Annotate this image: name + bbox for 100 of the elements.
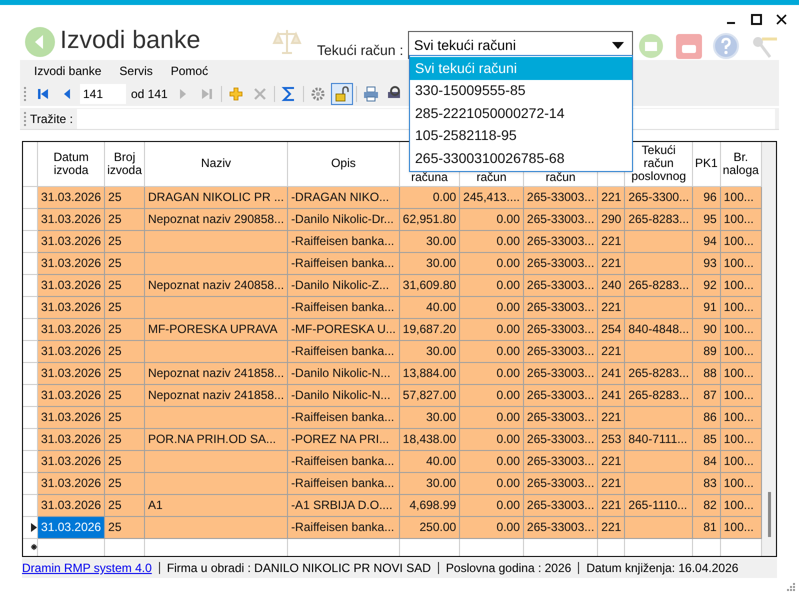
table-cell: 0.00 [460,450,524,472]
table-cell: 0.00 [460,472,524,494]
table-cell: 25 [104,406,144,428]
table-cell: -Danilo Nikolic-N... [288,362,400,384]
table-cell: 30.00 [399,230,460,252]
table-cell: 265-33003... [523,428,598,450]
table-cell: 18,438.00 [399,428,460,450]
table-cell: 96 [692,186,720,208]
table-cell: 221 [598,450,625,472]
table-cell: 254 [598,318,625,340]
table-cell: 0.00 [460,406,524,428]
table-cell: 0.00 [460,384,524,406]
table-cell: 100... [720,318,762,340]
table-cell: 241 [598,384,625,406]
table-cell: 245,413.... [460,186,524,208]
table-cell: 13,884.00 [399,362,460,384]
status-text: Datum knjiženja: 16.04.2026 [586,560,738,577]
table-cell: 93 [692,252,720,274]
table-cell: 31.03.2026 [38,384,105,406]
table-cell: 25 [104,208,144,230]
table-cell: 87 [692,384,720,406]
table-cell: 25 [104,186,144,208]
record-count: od 141 [131,86,168,103]
table-cell: 100... [720,494,762,516]
table-cell: 86 [692,406,720,428]
table-cell: 221 [598,494,625,516]
table-cell: 265-33003... [523,274,598,296]
table-cell: 25 [104,494,144,516]
table-cell: -Raiffeisen banka... [288,296,400,318]
table-cell: 62,951.80 [399,208,460,230]
table-cell: 265-8283... [624,208,693,230]
table-cell: -Raiffeisen banka... [288,340,400,362]
table-cell: 89 [692,340,720,362]
table-cell: 31.03.2026 [38,472,105,494]
table-cell: -Raiffeisen banka... [288,406,400,428]
table-cell: 31.03.2026 [38,340,105,362]
table-cell: 265-33003... [523,318,598,340]
table-cell: 840-7111... [624,428,693,450]
table-cell: 221 [598,340,625,362]
table-cell: 30.00 [399,340,460,362]
table-cell: MF-PORESKA UPRAVA [144,318,288,340]
table-cell: 100... [720,516,762,538]
table-cell: 31.03.2026 [38,318,105,340]
table-cell: Nepoznat naziv 241858... [144,384,288,406]
status-text: Firma u obradi : DANILO NIKOLIC PR NOVI SAD [166,560,431,577]
table-cell: 31.03.2026 [38,252,105,274]
table-cell: 240 [598,274,625,296]
table-cell: 25 [104,252,144,274]
table-cell: 92 [692,274,720,296]
table-cell: 31.03.2026 [38,516,105,538]
table-cell: 30.00 [399,252,460,274]
table-cell: -Danilo Nikolic-N... [288,384,400,406]
table-cell: 25 [104,384,144,406]
table-cell: 25 [104,318,144,340]
table-cell: 31,609.80 [399,274,460,296]
table-cell: 0.00 [460,516,524,538]
table-cell: 265-33003... [523,494,598,516]
table-cell: 100... [720,186,762,208]
table-cell: 31.03.2026 [38,362,105,384]
table-cell: -DRAGAN NIKO... [288,186,400,208]
table-cell: -A1 SRBIJA D.O.... [288,494,400,516]
table-cell: 31.03.2026 [38,274,105,296]
table-cell: 265-33003... [523,252,598,274]
table-cell: 290 [598,208,625,230]
table-cell: -Raiffeisen banka... [288,230,400,252]
table-cell: 0.00 [399,186,460,208]
table-cell: 40.00 [399,296,460,318]
table-cell: 265-33003... [523,516,598,538]
table-cell: 25 [104,450,144,472]
table-cell: 100... [720,450,762,472]
table-cell: Nepoznat naziv 240858... [144,274,288,296]
table-cell: DRAGAN NIKOLIC PR ... [144,186,288,208]
table-cell: 100... [720,428,762,450]
table-cell: 94 [692,230,720,252]
table-cell: 100... [720,384,762,406]
table-cell: 88 [692,362,720,384]
table-cell: 31.03.2026 [38,186,105,208]
table-cell: 265-33003... [523,340,598,362]
table-cell: 25 [104,274,144,296]
table-cell: 31.03.2026 [38,230,105,252]
table-cell: -Raiffeisen banka... [288,472,400,494]
table-cell: 265-33003... [523,406,598,428]
table-cell: 265-33003... [523,208,598,230]
table-cell: 19,687.20 [399,318,460,340]
table-cell: 241 [598,362,625,384]
table-cell: 0.00 [460,296,524,318]
table-cell: -MF-PORESKA U... [288,318,400,340]
table-cell: 31.03.2026 [38,428,105,450]
table-cell: -Danilo Nikolic-Dr... [288,208,400,230]
table-cell: 265-33003... [523,296,598,318]
table-cell: 0.00 [460,230,524,252]
table-cell: 221 [598,252,625,274]
table-cell: 31.03.2026 [38,406,105,428]
table-cell: 90 [692,318,720,340]
table-cell: 0.00 [460,340,524,362]
table-cell: 100... [720,340,762,362]
table-cell: 100... [720,296,762,318]
table-cell: Nepoznat naziv 290858... [144,208,288,230]
table-cell: 82 [692,494,720,516]
table-cell: -Raiffeisen banka... [288,252,400,274]
